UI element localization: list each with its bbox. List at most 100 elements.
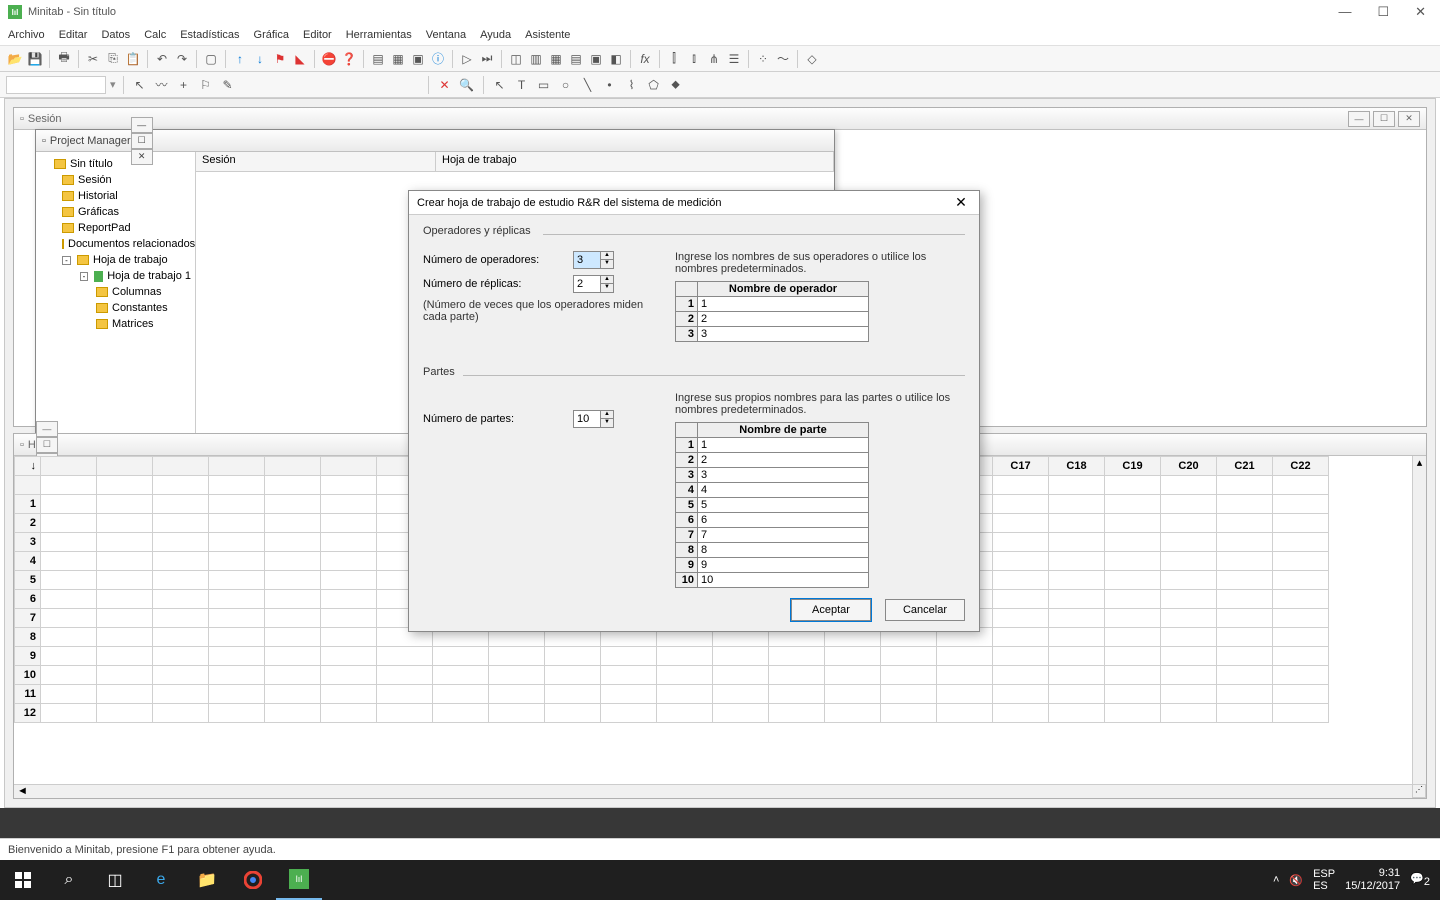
panel1-icon[interactable]: ◫ (507, 50, 525, 68)
cancel-button[interactable]: Cancelar (885, 599, 965, 621)
name-box[interactable] (6, 76, 106, 94)
graph-icon[interactable]: ▣ (409, 50, 427, 68)
ws-minimize[interactable]: — (36, 421, 58, 437)
tree-reportpad[interactable]: ReportPad (40, 220, 191, 236)
panel3-icon[interactable]: ▦ (547, 50, 565, 68)
save-icon[interactable]: 💾 (26, 50, 44, 68)
panel6-icon[interactable]: ◧ (607, 50, 625, 68)
col-session[interactable]: Sesión (196, 152, 436, 171)
info-icon[interactable]: ⓘ (429, 50, 447, 68)
brush-icon[interactable]: 〰 (153, 76, 171, 94)
tree-matrices[interactable]: Matrices (40, 316, 191, 332)
chart1-icon[interactable]: ⫿ (665, 50, 683, 68)
menu-calc[interactable]: Calc (144, 29, 166, 41)
menu-ayuda[interactable]: Ayuda (480, 29, 511, 41)
ws-maximize[interactable]: ☐ (36, 437, 58, 453)
spin-up-icon[interactable]: ▲ (601, 276, 613, 284)
print-icon[interactable]: 🖶 (55, 50, 73, 68)
copy-icon[interactable]: ⎘ (104, 50, 122, 68)
edge-icon[interactable]: e (138, 860, 184, 900)
pen-icon[interactable]: ✎ (219, 76, 237, 94)
ws-scrollbar-v[interactable]: ▴ (1412, 456, 1426, 784)
arrow-up-icon[interactable]: ↑ (231, 50, 249, 68)
session-maximize[interactable]: ☐ (1373, 111, 1395, 127)
menu-datos[interactable]: Datos (101, 29, 130, 41)
num-operators-input[interactable] (573, 251, 601, 269)
minimize-button[interactable]: — (1332, 2, 1357, 22)
tree-graficas[interactable]: Gráficas (40, 204, 191, 220)
line2-icon[interactable]: ╲ (579, 76, 597, 94)
new-icon[interactable]: ▢ (202, 50, 220, 68)
session-icon[interactable]: ▤ (369, 50, 387, 68)
spin-down-icon[interactable]: ▼ (601, 260, 613, 268)
search-taskbar-icon[interactable]: ⌕ (46, 860, 92, 900)
start-button[interactable] (0, 860, 46, 900)
clear-icon[interactable]: ✕ (436, 76, 454, 94)
next-icon[interactable]: ▷ (458, 50, 476, 68)
circle-icon[interactable]: ○ (557, 76, 575, 94)
chart3-icon[interactable]: ⋔ (705, 50, 723, 68)
maximize-button[interactable]: ☐ (1371, 2, 1395, 22)
paste-icon[interactable]: 📋 (124, 50, 142, 68)
menu-archivo[interactable]: Archivo (8, 29, 45, 41)
flag-icon[interactable]: ⚑ (271, 50, 289, 68)
spin-down-icon[interactable]: ▼ (601, 284, 613, 292)
tree-constantes[interactable]: Constantes (40, 300, 191, 316)
num-replicas-spinner[interactable]: ▲▼ (573, 275, 614, 293)
num-parts-spinner[interactable]: ▲▼ (573, 410, 614, 428)
tree-docs[interactable]: Documentos relacionados (40, 236, 191, 252)
help-icon[interactable]: ❓ (340, 50, 358, 68)
bookmark-icon[interactable]: ◣ (291, 50, 309, 68)
search-icon[interactable]: 🔍 (458, 76, 476, 94)
line-icon[interactable]: 〜 (774, 50, 792, 68)
tray-up-icon[interactable]: ˄ (1273, 874, 1279, 886)
taskview-icon[interactable]: ◫ (92, 860, 138, 900)
lang-indicator[interactable]: ESPES (1313, 868, 1335, 892)
pm-minimize[interactable]: — (131, 117, 153, 133)
tree-hoja[interactable]: -Hoja de trabajo (40, 252, 191, 268)
tree-root[interactable]: Sin título (40, 156, 191, 172)
polygon-icon[interactable]: ⬠ (645, 76, 663, 94)
stop-icon[interactable]: ⛔ (320, 50, 338, 68)
clock[interactable]: 9:3115/12/2017 (1345, 867, 1400, 893)
menu-estadisticas[interactable]: Estadísticas (180, 29, 239, 41)
menu-asistente[interactable]: Asistente (525, 29, 570, 41)
menu-editor[interactable]: Editor (303, 29, 332, 41)
close-button[interactable]: ✕ (1409, 2, 1432, 22)
chart2-icon[interactable]: ⫾ (685, 50, 703, 68)
arrow-down-icon[interactable]: ↓ (251, 50, 269, 68)
num-parts-input[interactable] (573, 410, 601, 428)
menu-grafica[interactable]: Gráfica (254, 29, 289, 41)
dialog-close-icon[interactable]: ✕ (951, 194, 971, 211)
menu-ventana[interactable]: Ventana (426, 29, 466, 41)
notifications-icon[interactable]: 💬2 (1410, 872, 1430, 888)
panel2-icon[interactable]: ▥ (527, 50, 545, 68)
last-icon[interactable]: ⏭ (478, 50, 496, 68)
open-icon[interactable]: 📂 (6, 50, 24, 68)
session-close[interactable]: ✕ (1398, 111, 1420, 127)
spin-up-icon[interactable]: ▲ (601, 411, 613, 419)
tree-columnas[interactable]: Columnas (40, 284, 191, 300)
redo-icon[interactable]: ↷ (173, 50, 191, 68)
select-icon[interactable]: ↖ (491, 76, 509, 94)
spin-down-icon[interactable]: ▼ (601, 419, 613, 427)
volume-icon[interactable]: 🔇 (1289, 874, 1303, 887)
minitab-taskbar-icon[interactable]: lıl (276, 860, 322, 900)
ws-scrollbar-h[interactable]: ◄ (14, 784, 1412, 798)
text-icon[interactable]: T (513, 76, 531, 94)
fx-icon[interactable]: fx (636, 50, 654, 68)
eraser-icon[interactable]: ◇ (803, 50, 821, 68)
undo-icon[interactable]: ↶ (153, 50, 171, 68)
cut-icon[interactable]: ✂ (84, 50, 102, 68)
menu-herramientas[interactable]: Herramientas (346, 29, 412, 41)
accept-button[interactable]: Aceptar (791, 599, 871, 621)
flag2-icon[interactable]: ⚐ (197, 76, 215, 94)
scatter-icon[interactable]: ⁘ (754, 50, 772, 68)
system-tray[interactable]: ˄ 🔇 ESPES 9:3115/12/2017 💬2 (1263, 867, 1440, 893)
tree-hoja1[interactable]: -Hoja de trabajo 1 (40, 268, 191, 284)
pm-maximize[interactable]: ☐ (131, 133, 153, 149)
marker-icon[interactable]: ⬥ (667, 76, 685, 94)
spin-up-icon[interactable]: ▲ (601, 252, 613, 260)
panel4-icon[interactable]: ▤ (567, 50, 585, 68)
rect-icon[interactable]: ▭ (535, 76, 553, 94)
